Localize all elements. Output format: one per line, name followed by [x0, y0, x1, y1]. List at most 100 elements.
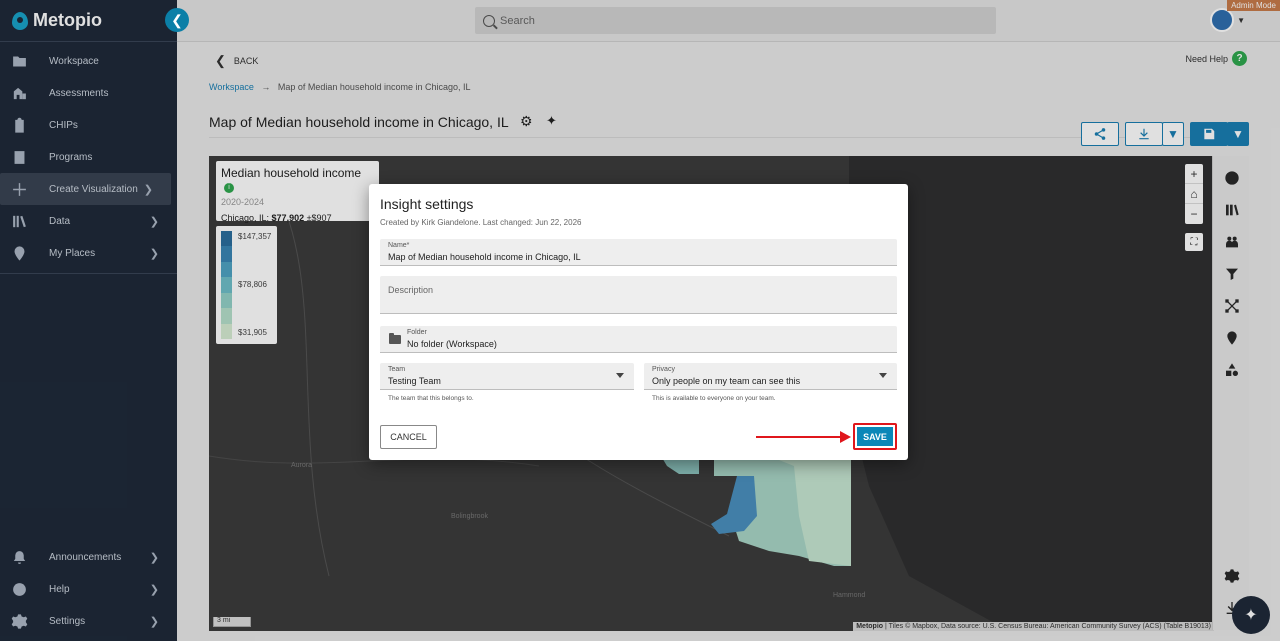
gear-icon [11, 613, 28, 630]
sidebar-item-announcements[interactable]: Announcements ❯ [0, 541, 177, 573]
sidebar-item-chips[interactable]: CHIPs [0, 109, 177, 141]
color-scale-segment [221, 246, 232, 262]
privacy-select-value: Only people on my team can see this [652, 376, 801, 386]
privacy-select-label: Privacy [652, 366, 675, 373]
zoom-in-button[interactable]: + [1185, 164, 1203, 184]
sparkle-icon[interactable]: ✦ [546, 113, 557, 129]
pin-tool-button[interactable] [1224, 330, 1240, 346]
sidebar-item-create-visualization[interactable]: Create Visualization ❯ [0, 173, 171, 205]
polygon-tool-button[interactable] [1224, 298, 1240, 314]
legend-title-text: Median household income [221, 166, 362, 180]
sidebar-item-label: My Places [49, 247, 96, 259]
legend-title: Median household income i [221, 166, 374, 194]
folder-field-value: No folder (Workspace) [407, 339, 497, 349]
need-help-link[interactable]: Need Help ? [1185, 51, 1247, 66]
home-icon: ⌂ [1190, 186, 1198, 201]
breadcrumb-workspace-link[interactable]: Workspace [209, 82, 254, 92]
gear-icon[interactable]: ⚙ [520, 113, 533, 130]
download-menu-button[interactable]: ▼ [1162, 122, 1184, 146]
map-zoom-controls: + ⌂ − [1185, 164, 1203, 224]
shapes-tool-button[interactable] [1224, 362, 1240, 378]
color-scale-segment [221, 323, 232, 339]
metopio-logo-icon [12, 11, 28, 30]
help-icon [11, 581, 28, 598]
sidebar-item-assessments[interactable]: Assessments [0, 77, 177, 109]
chevron-right-icon: ❯ [149, 215, 159, 228]
map-settings-button[interactable] [1224, 568, 1240, 584]
fullscreen-button[interactable]: ⛶ [1185, 233, 1203, 251]
color-scale-segment [221, 292, 232, 309]
sidebar-item-label: Settings [49, 615, 86, 627]
library-tool-button[interactable] [1224, 202, 1240, 218]
sidebar-item-programs[interactable]: Programs [0, 141, 177, 173]
sidebar-item-my-places[interactable]: My Places ❯ [0, 237, 177, 269]
sidebar-nav: Workspace Assessments CHIPs Programs Cre… [0, 45, 177, 274]
clipboard-icon [11, 117, 28, 134]
sidebar-item-label: Announcements [49, 551, 122, 563]
breadcrumb-current: Map of Median household income in Chicag… [277, 82, 471, 92]
attribution-text: | Tiles © Mapbox, Data source: U.S. Cens… [885, 623, 1211, 630]
team-select[interactable]: Team Testing Team [380, 363, 634, 390]
save-menu-button[interactable] [1190, 122, 1228, 146]
back-button[interactable]: ❮ BACK [215, 53, 258, 69]
chevron-right-icon: ❯ [149, 551, 159, 564]
globe-tool-button[interactable] [1224, 170, 1240, 186]
map-scale-bar: 3 mi [213, 617, 251, 627]
people-tool-button[interactable] [1224, 234, 1240, 250]
sidebar-item-data[interactable]: Data ❯ [0, 205, 177, 237]
save-button[interactable]: SAVE [853, 423, 897, 450]
chevron-right-icon: ❯ [149, 247, 159, 260]
map-place-label: Hammond [833, 592, 866, 599]
top-bar: Search ▼ Admin Mode [177, 0, 1280, 42]
legend-years: 2020-2024 [221, 197, 265, 207]
privacy-select[interactable]: Privacy Only people on my team can see t… [644, 363, 897, 390]
save-options-button[interactable]: ▼ [1227, 122, 1249, 146]
organization-avatar[interactable] [1210, 8, 1234, 32]
dialog-meta: Created by Kirk Giandelone. Last changed… [380, 218, 582, 227]
home-button[interactable]: ⌂ [1185, 184, 1203, 204]
cancel-button[interactable]: CANCEL [380, 425, 437, 449]
shapes-icon [1226, 363, 1238, 376]
collapse-sidebar-button[interactable]: ❮ [165, 8, 189, 32]
app-logo[interactable]: Metopio [0, 0, 177, 42]
search-icon [483, 14, 495, 27]
sidebar-item-settings[interactable]: Settings ❯ [0, 605, 177, 637]
filter-icon [1226, 268, 1238, 280]
annotation-arrow-head [840, 431, 851, 443]
name-field-value: Map of Median household income in Chicag… [388, 252, 581, 262]
filter-tool-button[interactable] [1224, 266, 1240, 282]
description-field[interactable]: Description [380, 276, 897, 314]
download-button[interactable] [1125, 122, 1163, 146]
sidebar-item-label: Workspace [49, 55, 99, 67]
programs-icon [11, 149, 28, 166]
share-icon [1094, 128, 1106, 140]
search-input[interactable]: Search [475, 7, 996, 34]
library-icon [1226, 204, 1239, 216]
sidebar-item-label: CHIPs [49, 119, 78, 131]
sidebar-item-label: Programs [49, 151, 93, 163]
map-tools-panel [1212, 156, 1249, 630]
zoom-out-button[interactable]: − [1185, 204, 1203, 224]
sidebar-item-help[interactable]: Help ❯ [0, 573, 177, 605]
name-field[interactable]: Name* Map of Median household income in … [380, 239, 897, 266]
caret-down-icon [616, 373, 624, 378]
caret-down-icon: ▼ [1232, 127, 1244, 141]
legend-moe: ±$907 [306, 213, 332, 223]
caret-down-icon[interactable]: ▼ [1237, 16, 1245, 25]
arrow-left-icon: ❮ [215, 53, 226, 68]
save-icon [1204, 128, 1215, 140]
map-place-label: Aurora [291, 462, 313, 469]
share-button[interactable] [1081, 122, 1119, 146]
sidebar-item-label: Create Visualization [49, 183, 138, 195]
sidebar-item-label: Assessments [49, 87, 109, 99]
info-icon[interactable]: i [224, 182, 234, 193]
back-label: BACK [233, 56, 259, 66]
dialog-title: Insight settings [380, 196, 474, 212]
folder-field[interactable]: Folder No folder (Workspace) [380, 326, 897, 353]
ai-assistant-button[interactable]: ✦ [1232, 596, 1270, 634]
gear-icon [1224, 569, 1240, 583]
admin-mode-badge: Admin Mode [1227, 0, 1280, 11]
chevron-left-icon: ❮ [171, 11, 183, 28]
folder-field-label: Folder [407, 329, 427, 336]
sidebar-item-workspace[interactable]: Workspace [0, 45, 177, 77]
